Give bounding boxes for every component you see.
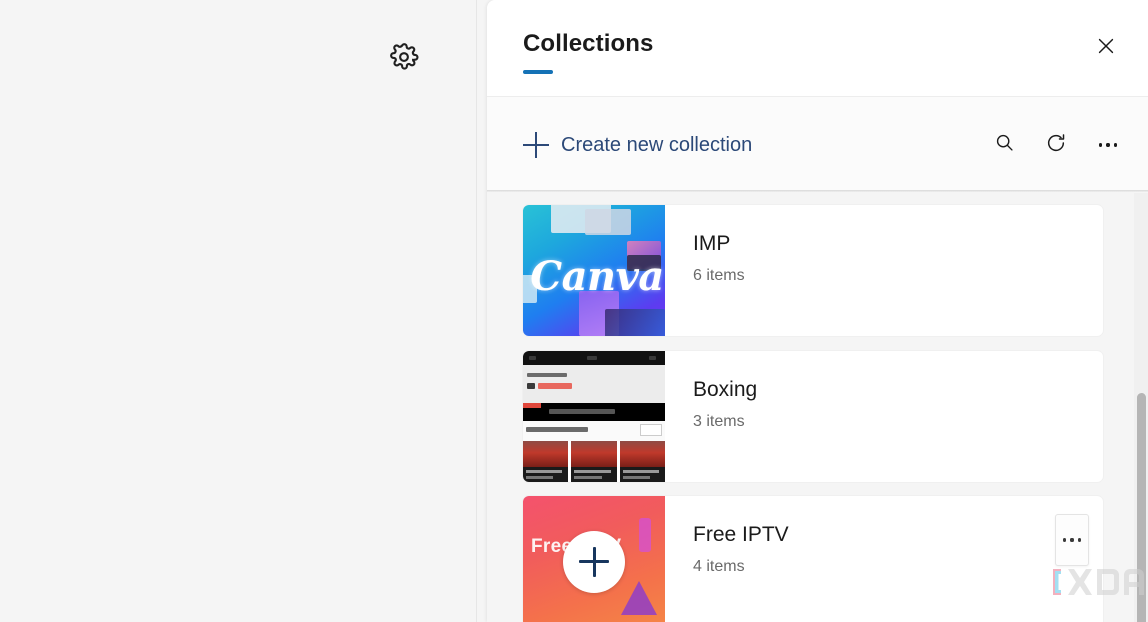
- collection-name: Free IPTV: [693, 523, 789, 546]
- plus-icon: [523, 132, 549, 158]
- gear-icon: [389, 42, 419, 72]
- close-panel-button[interactable]: [1086, 28, 1126, 68]
- panel-header: Collections: [487, 0, 1148, 96]
- browser-content-area: Collections Create new collection Canva …: [0, 0, 1148, 622]
- more-options-button[interactable]: [1088, 125, 1128, 165]
- collection-item-count: 4 items: [693, 558, 745, 575]
- list-item-body: Boxing 3 items: [665, 351, 1103, 482]
- create-new-collection-label: Create new collection: [561, 133, 753, 156]
- list-item[interactable]: Canva IMP 6 items: [523, 205, 1103, 336]
- collection-options-button[interactable]: [1055, 514, 1089, 566]
- close-icon: [1095, 35, 1117, 62]
- create-new-collection-button[interactable]: Create new collection: [517, 125, 762, 165]
- more-options-icon: [1063, 538, 1081, 542]
- collection-item-count: 3 items: [693, 413, 745, 430]
- list-item[interactable]: Free IPTV Free IPTV 4 items: [523, 496, 1103, 622]
- collection-name: IMP: [693, 232, 731, 255]
- page-left-gutter: [477, 0, 487, 622]
- plus-icon: [579, 546, 609, 577]
- canva-wordmark: Canva: [530, 253, 664, 300]
- collection-item-count: 6 items: [693, 267, 745, 284]
- settings-gear-button[interactable]: [386, 39, 422, 75]
- canva-thumbnail: Canva: [523, 205, 665, 336]
- refresh-icon: [1045, 132, 1067, 159]
- list-item[interactable]: Boxing 3 items: [523, 351, 1103, 482]
- toolbar-actions: [984, 125, 1128, 165]
- search-button[interactable]: [984, 125, 1024, 165]
- boxing-webpage-thumbnail: [523, 351, 665, 482]
- list-item-body: IMP 6 items: [665, 205, 1103, 336]
- more-options-icon: [1098, 143, 1118, 147]
- search-icon: [994, 132, 1015, 158]
- list-scrollbar-thumb[interactable]: [1137, 393, 1146, 622]
- collections-list[interactable]: Canva IMP 6 items Boxing 3 items Free Fr…: [487, 193, 1148, 622]
- list-scrollbar-track[interactable]: [1134, 193, 1148, 622]
- free-iptv-thumbnail: Free IPTV: [523, 496, 665, 622]
- title-accent-underline: [523, 70, 553, 74]
- collection-name: Boxing: [693, 378, 758, 401]
- collections-panel: Collections Create new collection Canva …: [487, 0, 1148, 622]
- add-current-page-button[interactable]: [563, 530, 625, 593]
- collections-toolbar: Create new collection: [487, 97, 1148, 191]
- refresh-button[interactable]: [1036, 125, 1076, 165]
- page-title: Collections: [523, 30, 654, 57]
- list-item-body: Free IPTV 4 items: [665, 496, 1103, 622]
